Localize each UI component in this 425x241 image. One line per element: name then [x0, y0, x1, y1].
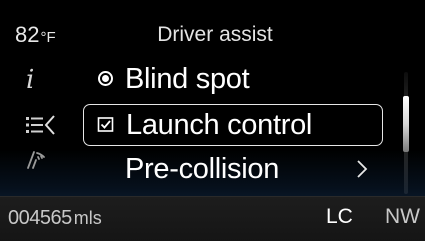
- radio-dot: [97, 70, 113, 86]
- wiper-glyph: [27, 151, 45, 169]
- checkbox-checked-icon: [96, 113, 116, 137]
- compass-heading: NW: [385, 205, 420, 228]
- odometer-unit: mls: [73, 208, 102, 228]
- odometer-value: 004565: [8, 207, 72, 229]
- info-icon[interactable]: i: [26, 66, 34, 94]
- cluster-display: 82°F Driver assist i Blind spot Launch c…: [0, 0, 425, 241]
- chevron-right-icon: [357, 160, 368, 178]
- list-menu-icon[interactable]: [24, 112, 72, 138]
- outside-temperature: 82°F: [15, 22, 56, 51]
- menu-item-label: Pre-collision: [125, 153, 280, 185]
- temperature-unit: °F: [40, 29, 56, 46]
- launch-control-indicator: LC: [326, 205, 353, 228]
- wiper-icon[interactable]: [24, 148, 48, 178]
- menu-item-label: Blind spot: [125, 63, 250, 95]
- radio-selected-icon: [95, 66, 115, 90]
- checkbox-glyph: [97, 117, 114, 132]
- list-menu-glyph: [26, 115, 55, 135]
- menu-item-blind-spot[interactable]: Blind spot: [83, 58, 383, 100]
- scrollbar-thumb[interactable]: [403, 96, 409, 152]
- odometer: 004565 mls: [8, 206, 102, 230]
- page-title: Driver assist: [157, 23, 273, 46]
- menu-item-launch-control[interactable]: Launch control: [83, 104, 383, 146]
- menu-item-pre-collision[interactable]: Pre-collision: [83, 148, 383, 190]
- menu-item-label: Launch control: [126, 109, 313, 141]
- temperature-value: 82: [15, 22, 40, 47]
